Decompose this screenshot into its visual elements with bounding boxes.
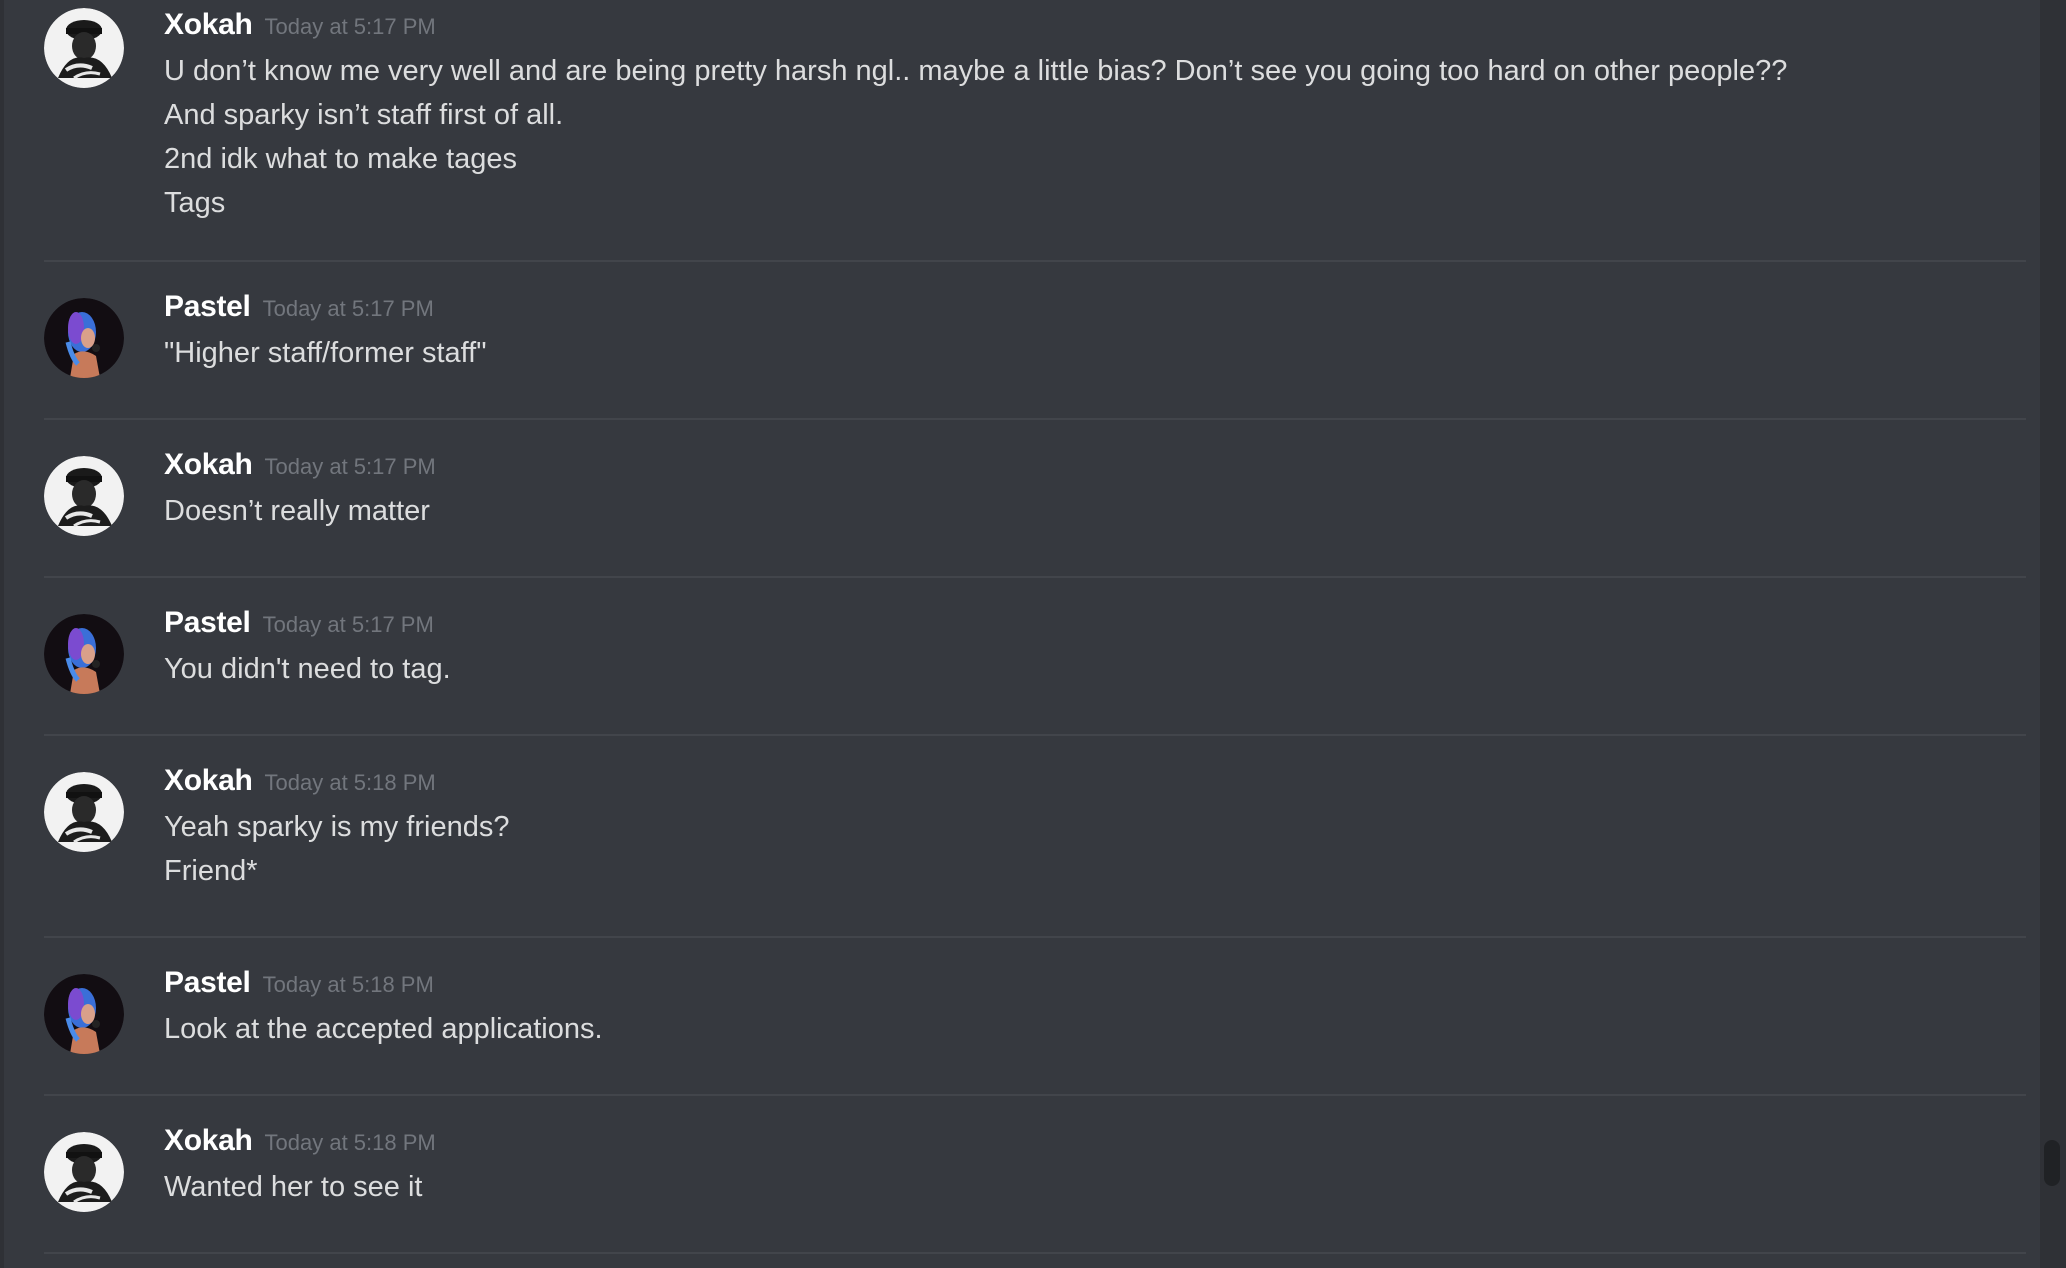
- message-group: Pastel Today at 5:17 PM "Higher staff/for…: [44, 262, 2026, 420]
- message-line: Yeah sparky is my friends?: [164, 811, 510, 843]
- pastel-avatar-icon[interactable]: [44, 614, 124, 694]
- message-group: Xokah Today at 5:17 PM U don’t know me ve…: [44, 0, 2026, 262]
- message-author[interactable]: Xokah: [164, 448, 253, 481]
- message-timestamp: Today at 5:18 PM: [262, 972, 434, 997]
- message-line: Look at the accepted applications.: [164, 1013, 603, 1045]
- message-line: And sparky isn’t staff first of all.: [164, 99, 564, 131]
- xokah-avatar-icon[interactable]: [44, 456, 124, 536]
- message-timestamp: Today at 5:17 PM: [264, 454, 436, 479]
- scrollbar-thumb[interactable]: [2044, 1140, 2060, 1186]
- message-author[interactable]: Xokah: [164, 8, 253, 41]
- pastel-avatar-icon[interactable]: [44, 298, 124, 378]
- message-line: Tags: [164, 187, 226, 219]
- message-timestamp: Today at 5:17 PM: [262, 612, 434, 637]
- message-author[interactable]: Pastel: [164, 606, 251, 639]
- message-timestamp: Today at 5:18 PM: [264, 1130, 436, 1155]
- message-author[interactable]: Pastel: [164, 290, 251, 323]
- message-group: Xokah Today at 5:18 PM Wanted her to see …: [44, 1096, 2026, 1254]
- message-line: U don’t know me very well and are being …: [164, 55, 1788, 87]
- chat-messages: Xokah Today at 5:17 PM U don’t know me ve…: [0, 0, 2040, 1268]
- xokah-avatar-icon[interactable]: [44, 772, 124, 852]
- message-author[interactable]: Pastel: [164, 966, 251, 999]
- message-line: Wanted her to see it: [164, 1171, 423, 1203]
- message-timestamp: Today at 5:17 PM: [262, 296, 434, 321]
- scrollbar-track[interactable]: [2040, 0, 2066, 1268]
- message-line: Doesn’t really matter: [164, 495, 430, 527]
- message-line: You didn't need to tag.: [164, 653, 451, 685]
- message-line: Friend*: [164, 855, 258, 887]
- message-group: Xokah Today at 5:18 PM Yeah sparky is my …: [44, 736, 2026, 938]
- message-line: "Higher staff/former staff": [164, 337, 487, 369]
- xokah-avatar-icon[interactable]: [44, 1132, 124, 1212]
- message-group: Pastel Today at 5:17 PM You didn't need t…: [44, 578, 2026, 736]
- message-group: Xokah Today at 5:17 PM Doesn’t really mat…: [44, 420, 2026, 578]
- message-author[interactable]: Xokah: [164, 1124, 253, 1157]
- message-timestamp: Today at 5:18 PM: [264, 770, 436, 795]
- message-author[interactable]: Xokah: [164, 764, 253, 797]
- message-timestamp: Today at 5:17 PM: [264, 14, 436, 39]
- message-line: 2nd idk what to make tages: [164, 143, 518, 175]
- xokah-avatar-icon[interactable]: [44, 8, 124, 88]
- message-group: Pastel Today at 5:18 PM Look at the accep…: [44, 938, 2026, 1096]
- pastel-avatar-icon[interactable]: [44, 974, 124, 1054]
